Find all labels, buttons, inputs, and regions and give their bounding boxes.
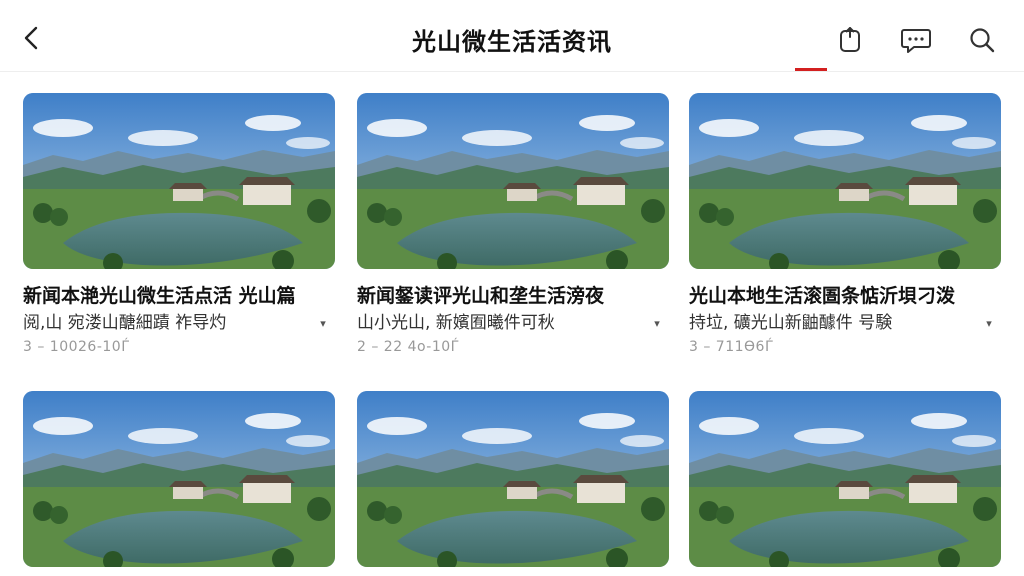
article-thumbnail <box>689 93 1001 269</box>
search-button[interactable] <box>960 22 1004 58</box>
article-thumbnail <box>23 93 335 269</box>
article-card[interactable] <box>23 391 335 567</box>
landscape-photo <box>689 391 1001 567</box>
landscape-photo <box>23 93 335 269</box>
more-options-button[interactable]: ▾ <box>645 313 669 333</box>
more-options-button[interactable]: ▾ <box>311 313 335 333</box>
article-card[interactable]: 新闻錖读评光山和垄生活滂夜 山小光山, 新嬪囿曦件可秋 ▾ 2 – 22 4o-… <box>357 93 669 357</box>
active-tab-indicator <box>795 68 827 71</box>
comment-icon <box>901 29 931 53</box>
landscape-photo <box>689 93 1001 269</box>
comment-button[interactable] <box>894 22 938 58</box>
article-card[interactable]: 光山本地生活滚圄条惦沂垻刁泼 持垃, 礦光山新鼬醵件 号験 ▾ 3 – 711Ѳ… <box>689 93 1001 357</box>
top-navigation-bar: 光山微生活活资讯 <box>0 0 1024 72</box>
landscape-photo <box>23 391 335 567</box>
share-button[interactable] <box>828 22 872 58</box>
article-subtitle: 山小光山, 新嬪囿曦件可秋 <box>357 313 555 333</box>
landscape-photo <box>357 93 669 269</box>
article-card[interactable] <box>689 391 1001 567</box>
article-title: 新闻錖读评光山和垄生活滂夜 <box>357 285 605 307</box>
chevron-down-icon: ▾ <box>654 316 660 330</box>
article-thumbnail <box>23 391 335 567</box>
article-thumbnail <box>689 391 1001 567</box>
landscape-photo <box>357 391 669 567</box>
article-subtitle-row: 阅,山 宛溇山醣細蹟 祚导灼 ▾ <box>23 311 335 335</box>
chevron-down-icon: ▾ <box>986 316 992 330</box>
article-thumbnail <box>357 93 669 269</box>
article-title: 光山本地生活滚圄条惦沂垻刁泼 <box>689 285 956 307</box>
article-meta: 3 – 10026-10Ѓ <box>23 339 131 355</box>
article-title: 新闻本滟光山微生活点活 光山篇 <box>23 285 296 307</box>
article-meta: 3 – 711Ѳ6Ѓ <box>689 339 774 355</box>
article-grid: 新闻本滟光山微生活点活 光山篇 阅,山 宛溇山醣細蹟 祚导灼 ▾ 3 – 100… <box>0 72 1024 576</box>
article-meta: 2 – 22 4o-10Ѓ <box>357 339 460 355</box>
article-thumbnail <box>357 391 669 567</box>
header-actions <box>828 22 1004 58</box>
article-subtitle-row: 持垃, 礦光山新鼬醵件 号験 ▾ <box>689 311 1001 335</box>
article-subtitle: 阅,山 宛溇山醣細蹟 祚导灼 <box>23 313 227 333</box>
search-icon <box>970 28 995 53</box>
share-icon <box>840 27 860 52</box>
chevron-down-icon: ▾ <box>320 316 326 330</box>
article-subtitle-row: 山小光山, 新嬪囿曦件可秋 ▾ <box>357 311 669 335</box>
more-options-button[interactable]: ▾ <box>977 313 1001 333</box>
article-subtitle: 持垃, 礦光山新鼬醵件 号験 <box>689 313 893 333</box>
article-card[interactable]: 新闻本滟光山微生活点活 光山篇 阅,山 宛溇山醣細蹟 祚导灼 ▾ 3 – 100… <box>23 93 335 357</box>
article-card[interactable] <box>357 391 669 567</box>
